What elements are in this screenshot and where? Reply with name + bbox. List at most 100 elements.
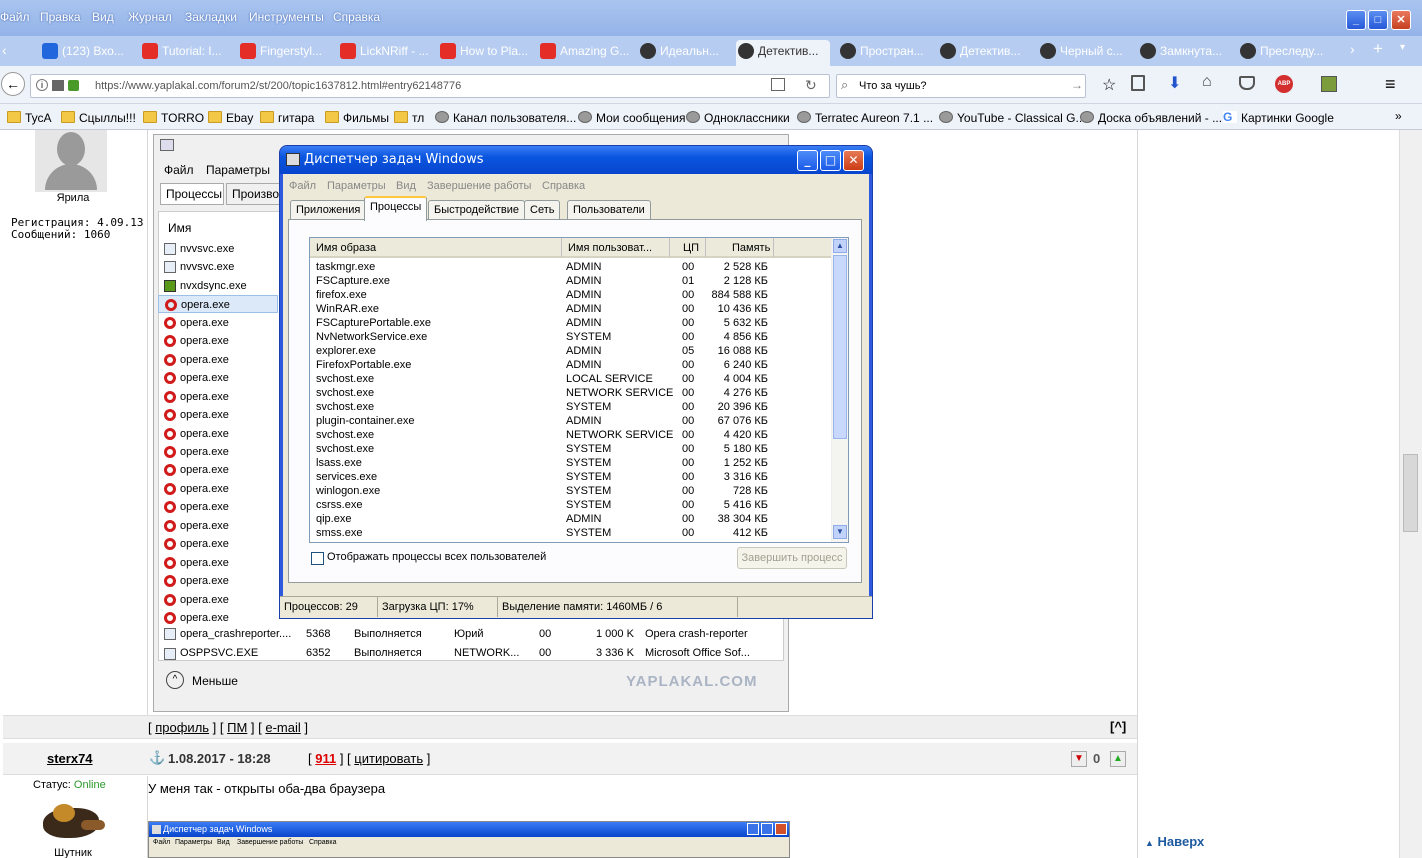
tab-0[interactable]: (123) Вхо...	[40, 40, 130, 66]
process-name: lsass.exe	[316, 457, 362, 469]
xp-menu-view: Вид	[396, 180, 416, 192]
info-icon[interactable]: i	[36, 79, 48, 91]
bookmark-11[interactable]: YouTube - Classical G...	[939, 111, 1086, 125]
tab-8[interactable]: Простран...	[838, 40, 930, 66]
opera-icon	[164, 612, 176, 624]
tab-4[interactable]: How to Pla...	[438, 40, 530, 66]
search-bar[interactable]: ⌕ Что за чушь? →	[836, 74, 1086, 98]
thumbs-down-icon[interactable]: ▼	[1071, 751, 1087, 767]
search-input[interactable]: Что за чушь?	[859, 80, 927, 92]
menu-view[interactable]: Вид	[92, 10, 114, 24]
xp-tab-network: Сеть	[524, 200, 561, 220]
menu-bookmarks[interactable]: Закладки	[185, 10, 237, 24]
bookmark-9[interactable]: Одноклассники	[686, 111, 790, 125]
process-cpu: 00	[682, 513, 695, 525]
quote-link[interactable]: цитировать	[354, 751, 423, 766]
tab-9[interactable]: Детектив...	[938, 40, 1030, 66]
status-label: Статус:	[33, 779, 71, 791]
process-name: WinRAR.exe	[316, 303, 379, 315]
process-row: FirefoxPortable.exe ADMIN 00 6 240 КБ	[310, 358, 832, 372]
tab-3[interactable]: LickNRiff - ...	[338, 40, 430, 66]
extension-icon[interactable]	[1321, 76, 1337, 92]
tab-12[interactable]: Преследу...	[1238, 40, 1338, 66]
process-icon	[164, 261, 176, 274]
tab-scroll-left-icon[interactable]: ‹	[2, 42, 7, 58]
email-link[interactable]: e-mail	[265, 720, 300, 735]
process-user: ADMIN	[566, 415, 602, 427]
post2-username[interactable]: sterx74	[47, 751, 93, 766]
reader-view-icon[interactable]	[771, 78, 785, 91]
menu-help[interactable]: Справка	[333, 10, 380, 24]
process-list-scrollbar: ▲ ▼	[831, 238, 848, 542]
post2-rating[interactable]: 911	[315, 751, 336, 766]
tab-7[interactable]: Детектив...	[736, 40, 830, 66]
search-go-icon[interactable]: →	[1071, 78, 1083, 92]
back-icon[interactable]: ←	[1, 72, 25, 96]
bg-tab-performance: Произво	[226, 183, 282, 205]
maximize-button[interactable]: □	[1368, 10, 1388, 30]
tab-5[interactable]: Amazing G...	[538, 40, 630, 66]
process-user: NETWORK SERVICE	[566, 387, 674, 399]
tab-list-icon[interactable]: ▾	[1400, 42, 1405, 53]
home-icon[interactable]: ⌂	[1202, 73, 1212, 91]
process-user: SYSTEM	[566, 471, 612, 483]
watermark: YAPLAKAL.COM	[626, 673, 758, 690]
pocket-icon[interactable]	[1239, 76, 1255, 90]
url-bar[interactable]: i https://www.yaplakal.com/forum2/st/200…	[30, 74, 830, 98]
page-scrollbar[interactable]	[1399, 130, 1422, 858]
tab-2[interactable]: Fingerstyl...	[238, 40, 330, 66]
bg-menu-params: Параметры	[206, 163, 270, 177]
right-sidebar	[1137, 130, 1399, 858]
post-author-name[interactable]: Ярила	[3, 192, 143, 204]
bookmark-1[interactable]: Сцыллы!!!	[61, 111, 136, 125]
bookmark-13[interactable]: G Картинки Google	[1223, 111, 1334, 125]
reading-list-icon[interactable]	[1131, 75, 1145, 91]
anchor-icon[interactable]: ⚓	[149, 750, 165, 766]
tab-10[interactable]: Черный с...	[1038, 40, 1130, 66]
bookmark-3[interactable]: Ebay	[208, 111, 253, 125]
url-text[interactable]: https://www.yaplakal.com/forum2/st/200/t…	[95, 80, 461, 92]
post2-screenshot-image[interactable]: Диспетчер задач Windows Файл Параметры В…	[148, 821, 790, 858]
tab-1[interactable]: Tutorial: I...	[140, 40, 230, 66]
process-name: plugin-container.exe	[316, 415, 415, 427]
process-name: taskmgr.exe	[316, 261, 376, 273]
pm-link[interactable]: ПМ	[227, 720, 247, 735]
download-icon[interactable]: ⬇	[1168, 73, 1181, 93]
col-cpu: ЦП	[670, 238, 706, 258]
bookmark-7[interactable]: Канал пользователя...	[435, 111, 576, 125]
process-user: ADMIN	[566, 513, 602, 525]
adblock-icon[interactable]: ABP	[1275, 75, 1293, 93]
bookmark-10[interactable]: Terratec Aureon 7.1 ...	[797, 111, 933, 125]
menu-tools[interactable]: Инструменты	[249, 10, 324, 24]
menu-file[interactable]: Файл	[0, 10, 30, 24]
tab-11[interactable]: Замкнута...	[1138, 40, 1230, 66]
profile-link[interactable]: профиль	[155, 720, 209, 735]
process-user: SYSTEM	[566, 331, 612, 343]
bookmark-12[interactable]: Доска объявлений - ...	[1080, 111, 1222, 125]
menu-edit[interactable]: Правка	[40, 10, 81, 24]
menu-history[interactable]: Журнал	[128, 10, 172, 24]
scroll-top-link[interactable]: [^]	[1110, 719, 1126, 734]
bookmark-0[interactable]: ТусА	[7, 111, 52, 125]
scrollbar-thumb[interactable]	[1403, 454, 1418, 532]
tab-scroll-right-icon[interactable]: ›	[1350, 41, 1355, 57]
hamburger-menu-icon[interactable]: ≡	[1385, 74, 1396, 95]
tab-6[interactable]: Идеальн...	[638, 40, 730, 66]
close-button[interactable]: ✕	[1391, 10, 1411, 30]
new-tab-icon[interactable]: +	[1373, 39, 1383, 59]
bookmark-8[interactable]: Мои сообщения	[578, 111, 685, 125]
task-manager-icon	[160, 139, 174, 151]
bookmark-4[interactable]: гитара	[260, 111, 314, 125]
to-top-link[interactable]: ▲ Наверх	[1145, 834, 1204, 849]
star-bookmark-icon[interactable]: ☆	[1102, 75, 1116, 95]
end-process-button: Завершить процесс	[737, 547, 847, 569]
reload-icon[interactable]: ↻	[805, 77, 817, 94]
process-name: smss.exe	[316, 527, 363, 539]
bookmark-5[interactable]: Фильмы	[325, 111, 389, 125]
process-cpu: 00	[682, 485, 695, 497]
minimize-button[interactable]: _	[1346, 10, 1366, 30]
bookmark-2[interactable]: TORRO	[143, 111, 204, 125]
bookmark-6[interactable]: тл	[394, 111, 424, 125]
bookmarks-overflow-icon[interactable]: »	[1395, 109, 1402, 123]
thumbs-up-icon[interactable]: ▲	[1110, 751, 1126, 767]
